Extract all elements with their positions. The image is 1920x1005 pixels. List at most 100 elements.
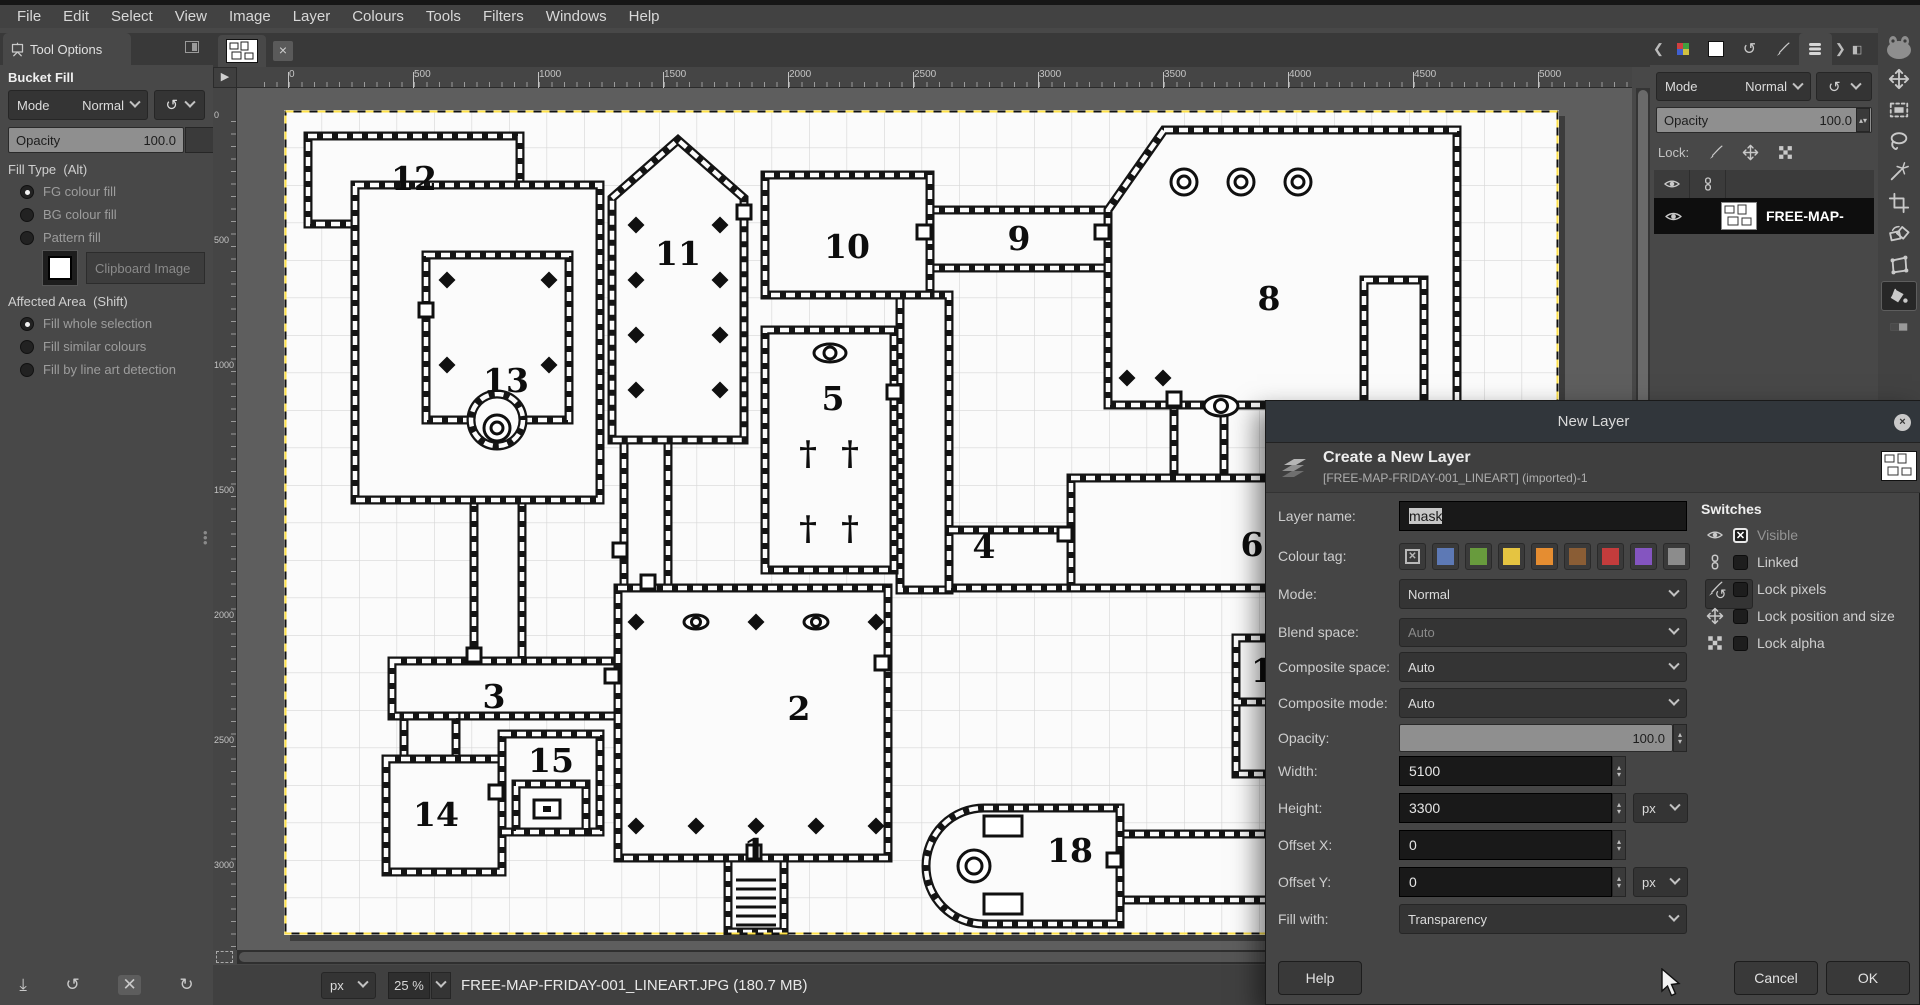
move-tool[interactable] — [1881, 64, 1917, 94]
tabs-left-icon[interactable]: ❮ — [1650, 41, 1667, 57]
width-input[interactable]: 5100 — [1399, 756, 1612, 786]
opacity-spinner[interactable]: ▴▾ — [1673, 724, 1687, 752]
zoom-input[interactable]: 25 % — [388, 972, 430, 999]
colour-tag-swatch[interactable] — [1663, 543, 1690, 570]
layer-mode-combo[interactable]: Mode Normal — [1656, 72, 1811, 101]
paint-mode-combo[interactable]: Mode Normal — [8, 90, 148, 120]
menu-item-colours[interactable]: Colours — [341, 5, 415, 28]
switch-linked[interactable]: Linked — [1706, 550, 1920, 574]
save-preset-icon[interactable]: ⤓ — [19, 975, 27, 995]
checkbox[interactable] — [1733, 636, 1748, 651]
unit-combo[interactable]: px — [321, 972, 376, 999]
cancel-button[interactable]: Cancel — [1734, 961, 1818, 995]
composite-space-combo[interactable]: Auto — [1399, 652, 1687, 682]
opacity-slider[interactable]: Opacity 100.0 — [8, 127, 184, 153]
radio-icon[interactable] — [20, 363, 34, 377]
colour-tag-swatch[interactable] — [1465, 543, 1492, 570]
opacity-slider[interactable]: 100.0 — [1399, 724, 1673, 752]
mode-combo[interactable]: Normal — [1399, 579, 1687, 609]
gradient-tool[interactable] — [1881, 312, 1917, 342]
lock-pixels-icon[interactable] — [1707, 144, 1724, 161]
checkbox[interactable]: ✕ — [1733, 528, 1748, 543]
offset-unit-combo[interactable]: px — [1633, 867, 1688, 897]
help-button[interactable]: Help — [1278, 961, 1362, 995]
image-tab[interactable] — [218, 35, 266, 67]
colour-tag-swatch[interactable] — [1564, 543, 1591, 570]
layer-mode-reset-button[interactable]: ↺ — [1816, 72, 1872, 101]
menu-item-file[interactable]: File — [6, 5, 52, 28]
rectangle-select-tool[interactable] — [1881, 95, 1917, 125]
menu-item-view[interactable]: View — [164, 5, 218, 28]
reset-tool-icon[interactable]: ↻ — [179, 975, 193, 995]
offset-x-spinner[interactable]: ▴▾ — [1612, 830, 1626, 860]
colour-tag-swatch[interactable] — [1498, 543, 1525, 570]
menu-item-tools[interactable]: Tools — [415, 5, 472, 28]
fuzzy-select-tool[interactable] — [1881, 157, 1917, 187]
menu-item-help[interactable]: Help — [618, 5, 671, 28]
layer-row[interactable]: FREE-MAP- — [1654, 198, 1874, 234]
switch-lock-pixels[interactable]: Lock pixels — [1706, 577, 1920, 601]
tab-paintbrush[interactable] — [1766, 35, 1799, 63]
colour-tag-swatch[interactable] — [1630, 543, 1657, 570]
fill-type-option[interactable]: BG colour fill — [20, 207, 217, 222]
radio-icon[interactable] — [20, 317, 34, 331]
tabs-right-icon[interactable]: ❯ — [1832, 41, 1849, 57]
layer-name-input[interactable]: mask — [1399, 501, 1687, 531]
radio-icon[interactable] — [20, 340, 34, 354]
composite-mode-combo[interactable]: Auto — [1399, 688, 1687, 718]
radio-icon[interactable] — [20, 208, 34, 222]
checkbox[interactable] — [1733, 555, 1748, 570]
height-spinner[interactable]: ▴▾ — [1612, 793, 1626, 823]
offset-y-input[interactable]: 0 — [1399, 867, 1612, 897]
handle-transform-tool[interactable] — [1881, 250, 1917, 280]
offset-y-spinner[interactable]: ▴▾ — [1612, 867, 1626, 897]
offset-x-input[interactable]: 0 — [1399, 830, 1612, 860]
fg-colour-swatch[interactable] — [42, 250, 78, 286]
restore-preset-icon[interactable]: ↺ — [66, 975, 80, 995]
transform-tool[interactable] — [1881, 219, 1917, 249]
dock-menu-icon[interactable]: ◧ — [1849, 43, 1865, 56]
menu-item-filters[interactable]: Filters — [472, 5, 535, 28]
size-unit-combo[interactable]: px — [1633, 793, 1688, 823]
switch-visible[interactable]: ✕Visible — [1706, 523, 1920, 547]
tab-history[interactable]: ↺ — [1733, 35, 1766, 63]
menu-item-edit[interactable]: Edit — [52, 5, 100, 28]
link-column-icon[interactable] — [1690, 170, 1726, 198]
opacity-spinner[interactable]: ▴▾ — [1856, 108, 1870, 132]
tab-brushes[interactable] — [1700, 35, 1733, 63]
radio-icon[interactable] — [20, 185, 34, 199]
radio-icon[interactable] — [20, 231, 34, 245]
width-spinner[interactable]: ▴▾ — [1612, 756, 1626, 786]
pattern-combo[interactable]: Clipboard Image — [86, 252, 205, 284]
delete-preset-icon[interactable]: ✕ — [118, 975, 140, 995]
layer-opacity-slider[interactable]: Opacity 100.0 ▴▾ — [1656, 107, 1872, 133]
menu-item-layer[interactable]: Layer — [282, 5, 342, 28]
tab-colours[interactable] — [1667, 35, 1700, 63]
free-select-tool[interactable] — [1881, 126, 1917, 156]
bucket-fill-tool[interactable] — [1881, 281, 1917, 311]
lock-position-icon[interactable] — [1742, 144, 1759, 161]
crop-tool[interactable] — [1881, 188, 1917, 218]
affected-area-option[interactable]: Fill similar colours — [20, 339, 217, 354]
menu-item-select[interactable]: Select — [100, 5, 164, 28]
vertical-ruler[interactable]: 050010001500200025003000 — [213, 88, 237, 950]
checkbox[interactable] — [1733, 582, 1748, 597]
tab-tool-options[interactable]: Tool Options — [3, 33, 131, 65]
ruler-corner-button[interactable]: ▶ — [213, 67, 237, 88]
fill-with-combo[interactable]: Transparency — [1399, 904, 1687, 934]
panel-menu-icon[interactable] — [185, 41, 199, 53]
affected-area-option[interactable]: Fill by line art detection — [20, 362, 217, 377]
switch-lock-position-and-size[interactable]: Lock position and size — [1706, 604, 1920, 628]
lock-alpha-icon[interactable] — [1777, 144, 1794, 161]
tab-layers[interactable] — [1799, 33, 1832, 65]
switch-lock-alpha[interactable]: Lock alpha — [1706, 631, 1920, 655]
visibility-column-icon[interactable] — [1654, 170, 1690, 198]
fill-type-option[interactable]: FG colour fill — [20, 184, 217, 199]
close-image-icon[interactable]: × — [273, 41, 293, 61]
colour-tag-swatch[interactable] — [1597, 543, 1624, 570]
colour-tag-swatch[interactable] — [1531, 543, 1558, 570]
horizontal-ruler[interactable]: 0500100015002000250030003500400045005000 — [237, 67, 1632, 88]
affected-area-option[interactable]: Fill whole selection — [20, 316, 217, 331]
dock-splitter-handle[interactable]: ••• — [203, 530, 208, 545]
menu-item-image[interactable]: Image — [218, 5, 282, 28]
